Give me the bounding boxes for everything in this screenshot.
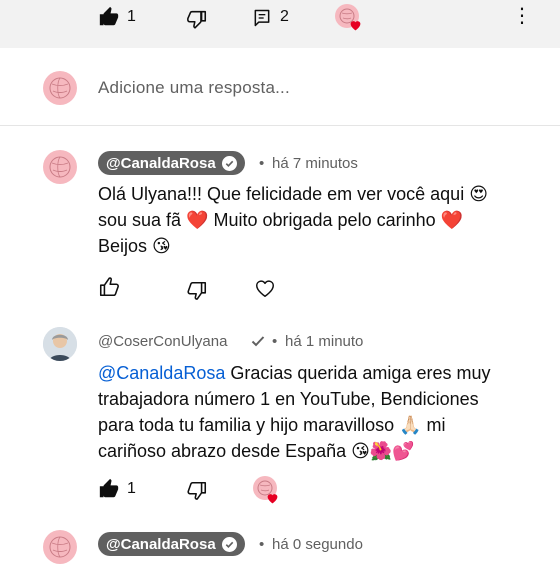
separator-dot: • [259,155,265,172]
comment-author-avatar[interactable] [43,530,77,564]
comment-text-line: Beijos 😘 [98,236,171,256]
like-filled-icon[interactable] [96,476,122,502]
current-user-avatar [43,71,77,105]
comment-text-line: Olá Ulyana!!! Que felicidade em ver você… [98,184,488,204]
comment-author-avatar[interactable] [43,327,77,361]
comment-text-line: sou sua fã ❤️ Muito obrigada pelo carinh… [98,210,464,230]
like-count: 1 [127,8,136,25]
author-name[interactable]: @CoserConUlyana [98,333,227,350]
divider [0,125,560,126]
separator-dot: • [272,333,278,350]
like-filled-icon[interactable] [96,4,122,30]
author-name: @CanaldaRosa [106,154,216,172]
creator-heart-icon [349,18,362,36]
dislike-icon[interactable] [184,6,210,32]
verified-check-icon [221,536,237,552]
comment-text-line: trabajadora número 1 en YouTube, Bendici… [98,389,479,409]
dislike-icon[interactable] [184,278,210,304]
comment-text-line: @CanaldaRosa Gracias querida amiga eres … [98,360,490,386]
like-count: 1 [127,480,136,497]
like-outline-icon[interactable] [96,274,122,300]
author-badge[interactable]: @CanaldaRosa [98,151,245,175]
comment-author-avatar[interactable] [43,150,77,184]
comment-time: há 0 segundo [272,536,363,553]
heart-outline-icon[interactable] [252,275,278,301]
separator-dot: • [259,536,265,553]
author-name: @CanaldaRosa [106,535,216,553]
more-options-icon[interactable]: ⋮ [512,6,532,26]
creator-heart-icon [266,491,279,509]
reply-input[interactable]: Adicione uma resposta... [98,78,290,98]
verified-check-icon [221,155,237,171]
comment-time: há 1 minuto [285,333,364,350]
author-badge[interactable]: @CanaldaRosa [98,532,245,556]
reply-comment-icon[interactable] [250,6,274,30]
reply-count: 2 [280,8,289,25]
mention-link[interactable]: @CanaldaRosa [98,363,225,383]
comment-text-line: cariñoso abrazo desde España 😘🌺💕 [98,441,415,461]
dislike-icon[interactable] [184,478,210,504]
verified-check-icon [250,333,266,354]
comment-time: há 7 minutos [272,155,358,172]
comment-text-line: para toda tu familia y hijo maravilloso … [98,415,446,435]
comment-text-fragment: Gracias querida amiga eres muy [225,363,491,383]
